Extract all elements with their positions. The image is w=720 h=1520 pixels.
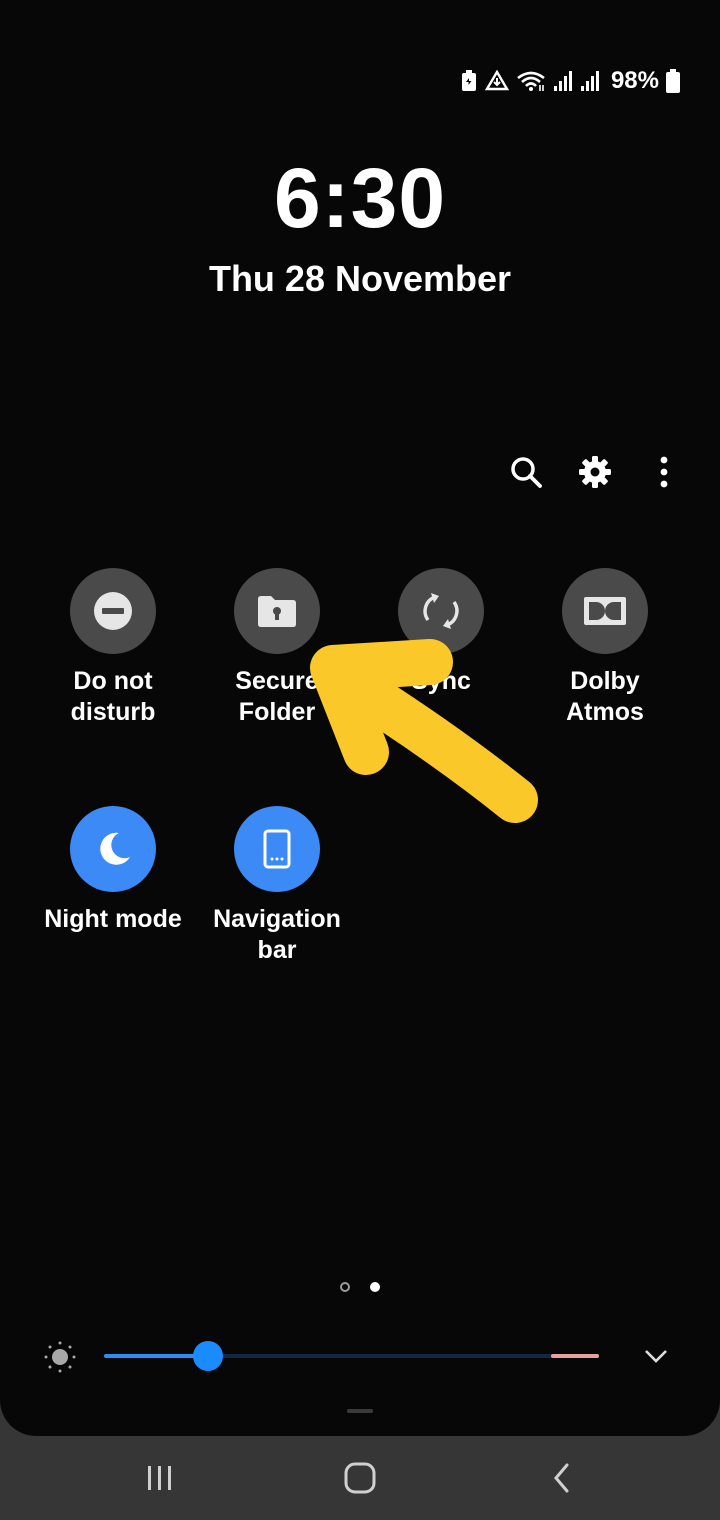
tile-dolby-atmos[interactable]: Dolby Atmos <box>523 568 687 728</box>
tile-button[interactable] <box>562 568 648 654</box>
sync-icon <box>423 593 459 629</box>
page-dot-current[interactable] <box>370 1282 380 1292</box>
tile-label: Sync <box>411 667 471 695</box>
wifi-icon <box>516 70 546 92</box>
search-icon[interactable] <box>506 452 546 492</box>
tile-button[interactable] <box>70 806 156 892</box>
brightness-slider-thumb[interactable] <box>192 1341 223 1371</box>
data-saver-icon <box>484 70 509 92</box>
signal-icon <box>580 70 600 92</box>
tile-label: Navigation bar <box>213 905 341 964</box>
page-indicator <box>0 1282 720 1292</box>
tile-button[interactable] <box>234 806 320 892</box>
recents-icon[interactable] <box>130 1454 190 1502</box>
tile-navigation-bar[interactable]: Navigation bar <box>195 806 359 966</box>
more-vert-icon[interactable] <box>644 452 684 492</box>
status-bar: 98% <box>460 66 680 96</box>
quick-panel: 98% 6:30 Thu 28 November Do not disturb … <box>0 0 720 1436</box>
do-not-disturb-icon <box>94 592 132 630</box>
tile-label: Dolby Atmos <box>566 667 644 726</box>
battery-saver-icon <box>460 70 478 92</box>
brightness-slider[interactable] <box>104 1341 599 1371</box>
tile-label: Secure Folder <box>235 667 319 726</box>
clock: 6:30 <box>273 151 447 245</box>
tile-label: Night mode <box>44 905 182 933</box>
panel-drag-handle[interactable] <box>347 1409 373 1413</box>
dolby-icon <box>584 597 626 625</box>
navigation-bar-icon <box>263 829 291 869</box>
tile-secure-folder[interactable]: Secure Folder <box>195 568 359 728</box>
moon-icon <box>100 832 130 865</box>
home-icon[interactable] <box>330 1454 390 1502</box>
panel-actions <box>0 452 720 492</box>
tile-sync[interactable]: Sync <box>359 568 523 697</box>
tile-button[interactable] <box>398 568 484 654</box>
tile-night-mode[interactable]: Night mode <box>31 806 195 935</box>
back-icon[interactable] <box>532 1454 592 1502</box>
gear-icon[interactable] <box>575 452 615 492</box>
page-dot[interactable] <box>340 1282 350 1292</box>
chevron-down-icon[interactable] <box>643 1345 669 1367</box>
brightness-row <box>0 1336 720 1376</box>
tile-label: Do not disturb <box>70 667 156 726</box>
brightness-slider-limit <box>551 1354 599 1358</box>
battery-icon <box>666 69 680 93</box>
battery-percentage: 98% <box>610 67 659 94</box>
tile-button[interactable] <box>234 568 320 654</box>
tile-button[interactable] <box>70 568 156 654</box>
date: Thu 28 November <box>208 258 512 299</box>
signal-icon <box>553 70 573 92</box>
tile-do-not-disturb[interactable]: Do not disturb <box>31 568 195 728</box>
navigation-bar <box>0 1436 720 1520</box>
sun-icon <box>44 1341 76 1373</box>
secure-folder-icon <box>258 596 296 627</box>
